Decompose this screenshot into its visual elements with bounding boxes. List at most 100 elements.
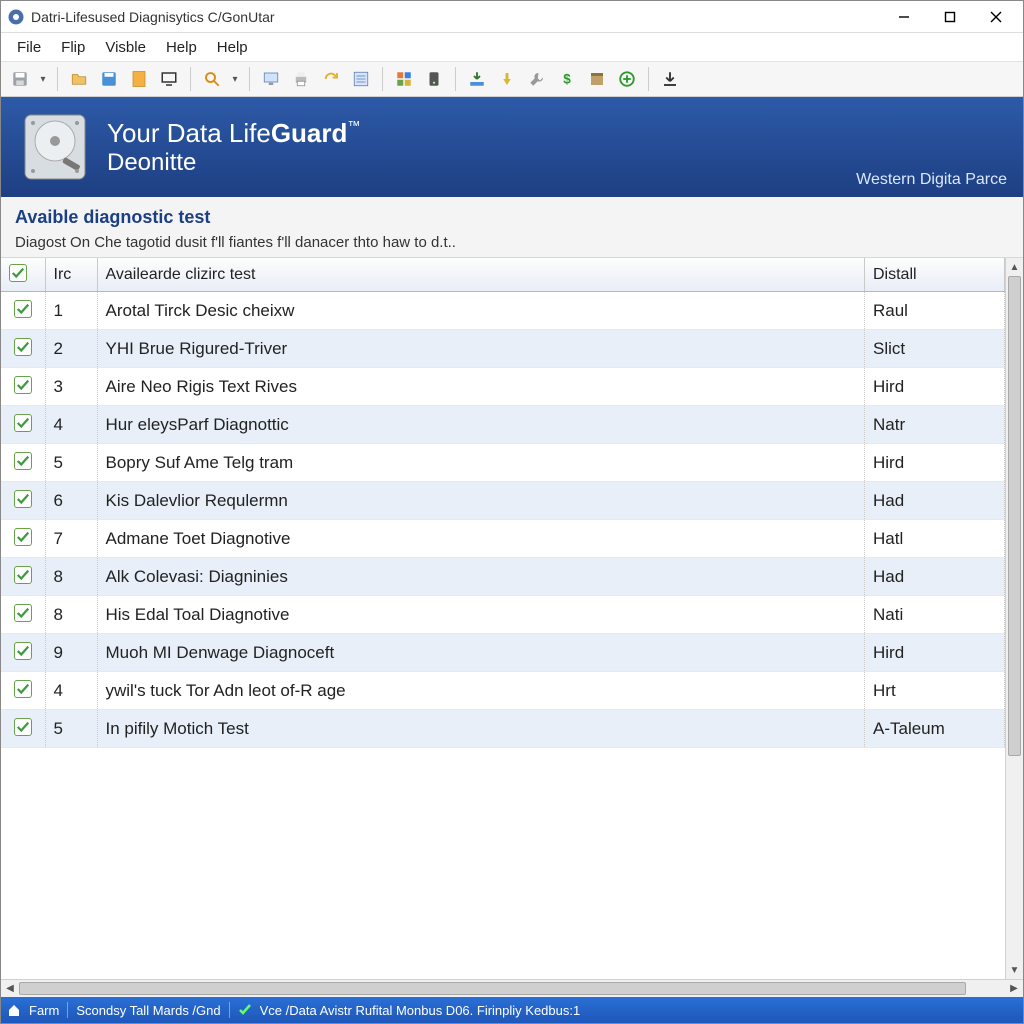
- close-button[interactable]: [973, 2, 1019, 32]
- row-index: 7: [45, 520, 97, 558]
- col-name[interactable]: Availearde clizirc test: [97, 258, 865, 292]
- check-icon[interactable]: [14, 490, 32, 508]
- row-name: Alk Colevasi: Diagninies: [97, 558, 865, 596]
- row-check[interactable]: [1, 710, 45, 748]
- row-index: 5: [45, 710, 97, 748]
- row-check[interactable]: [1, 558, 45, 596]
- row-check[interactable]: [1, 482, 45, 520]
- wrench-icon[interactable]: [524, 66, 550, 92]
- money-icon[interactable]: $: [554, 66, 580, 92]
- check-icon[interactable]: [14, 376, 32, 394]
- row-name: In pifily Motich Test: [97, 710, 865, 748]
- toolbar-dd-2[interactable]: ▾: [229, 74, 241, 85]
- table-row[interactable]: 8His Edal Toal DiagnotiveNati: [1, 596, 1005, 634]
- table-row[interactable]: 4Hur eleysParf DiagnotticNatr: [1, 406, 1005, 444]
- save-icon[interactable]: [7, 66, 33, 92]
- col-status[interactable]: Distall: [865, 258, 1005, 292]
- download-arrow-icon[interactable]: [657, 66, 683, 92]
- row-status: Hrt: [865, 672, 1005, 710]
- grid-icon[interactable]: [391, 66, 417, 92]
- add-icon[interactable]: [614, 66, 640, 92]
- upload-icon[interactable]: [494, 66, 520, 92]
- row-check[interactable]: [1, 596, 45, 634]
- table-row[interactable]: 4ywil's tuck Tor Adn leot of-R ageHrt: [1, 672, 1005, 710]
- computer-icon[interactable]: [258, 66, 284, 92]
- search-icon[interactable]: [199, 66, 225, 92]
- scroll-track-h[interactable]: [19, 980, 1005, 997]
- menu-flip[interactable]: Flip: [51, 36, 95, 59]
- download-icon[interactable]: [464, 66, 490, 92]
- check-icon[interactable]: [14, 604, 32, 622]
- brand-label: Western Digita Parce: [856, 171, 1007, 189]
- row-status: Hatl: [865, 520, 1005, 558]
- table-row[interactable]: 3Aire Neo Rigis Text RivesHird: [1, 368, 1005, 406]
- scroll-up-icon[interactable]: ▲: [1006, 258, 1023, 276]
- horizontal-scrollbar[interactable]: ◀ ▶: [1, 979, 1023, 997]
- menu-help-2[interactable]: Help: [207, 36, 258, 59]
- check-icon[interactable]: [14, 566, 32, 584]
- redo-icon[interactable]: [318, 66, 344, 92]
- check-icon[interactable]: [14, 528, 32, 546]
- new-icon[interactable]: [126, 66, 152, 92]
- toolbar-sep: [190, 67, 191, 91]
- section-desc: Diagost On Che tagotid dusit f'll fiante…: [15, 234, 1009, 251]
- print-icon[interactable]: [288, 66, 314, 92]
- row-index: 4: [45, 406, 97, 444]
- banner-text: Your Data LifeGuard™ Deonitte: [107, 118, 360, 177]
- menu-help-1[interactable]: Help: [156, 36, 207, 59]
- scroll-thumb[interactable]: [1008, 276, 1021, 756]
- menu-bar: File Flip Visble Help Help: [1, 33, 1023, 61]
- product-subtitle: Deonitte: [107, 149, 360, 177]
- toolbar-dd-1[interactable]: ▾: [37, 74, 49, 85]
- col-check[interactable]: [1, 258, 45, 292]
- monitor-icon[interactable]: [156, 66, 182, 92]
- table-row[interactable]: 5In pifily Motich TestA-Taleum: [1, 710, 1005, 748]
- table-header-row: Irc Availearde clizirc test Distall: [1, 258, 1005, 292]
- drive-icon[interactable]: [421, 66, 447, 92]
- table-row[interactable]: 5Bopry Suf Ame Telg tramHird: [1, 444, 1005, 482]
- check-icon[interactable]: [14, 414, 32, 432]
- table-row[interactable]: 8Alk Colevasi: DiagniniesHad: [1, 558, 1005, 596]
- row-check[interactable]: [1, 292, 45, 330]
- col-index[interactable]: Irc: [45, 258, 97, 292]
- check-icon[interactable]: [14, 642, 32, 660]
- status-sep: [229, 1002, 230, 1018]
- row-check[interactable]: [1, 368, 45, 406]
- menu-file[interactable]: File: [7, 36, 51, 59]
- check-icon[interactable]: [14, 452, 32, 470]
- vertical-scrollbar[interactable]: ▲ ▼: [1005, 258, 1023, 979]
- menu-visble[interactable]: Visble: [95, 36, 156, 59]
- scroll-right-icon[interactable]: ▶: [1005, 980, 1023, 997]
- list-icon[interactable]: [348, 66, 374, 92]
- row-name: YHI Brue Rigured-Triver: [97, 330, 865, 368]
- row-check[interactable]: [1, 634, 45, 672]
- row-check[interactable]: [1, 330, 45, 368]
- scroll-down-icon[interactable]: ▼: [1006, 961, 1023, 979]
- row-check[interactable]: [1, 672, 45, 710]
- check-icon[interactable]: [14, 680, 32, 698]
- row-status: Had: [865, 482, 1005, 520]
- row-check[interactable]: [1, 406, 45, 444]
- table-row[interactable]: 9Muoh MI Denwage DiagnoceftHird: [1, 634, 1005, 672]
- row-check[interactable]: [1, 444, 45, 482]
- status-sep: [67, 1002, 68, 1018]
- table-row[interactable]: 1Arotal Tirck Desic cheixwRaul: [1, 292, 1005, 330]
- row-status: Raul: [865, 292, 1005, 330]
- toolbar: ▾ ▾ $: [1, 61, 1023, 97]
- check-icon[interactable]: [14, 718, 32, 736]
- table-row[interactable]: 7Admane Toet DiagnotiveHatl: [1, 520, 1005, 558]
- table-row[interactable]: 2YHI Brue Rigured-TriverSlict: [1, 330, 1005, 368]
- check-icon[interactable]: [14, 300, 32, 318]
- header-check-icon[interactable]: [9, 264, 27, 282]
- box-icon[interactable]: [584, 66, 610, 92]
- save-alt-icon[interactable]: [96, 66, 122, 92]
- table-row[interactable]: 6Kis Dalevlior RequlermnHad: [1, 482, 1005, 520]
- row-check[interactable]: [1, 520, 45, 558]
- scroll-track[interactable]: [1006, 276, 1023, 961]
- check-icon[interactable]: [14, 338, 32, 356]
- maximize-button[interactable]: [927, 2, 973, 32]
- minimize-button[interactable]: [881, 2, 927, 32]
- scroll-thumb-h[interactable]: [19, 982, 966, 995]
- open-icon[interactable]: [66, 66, 92, 92]
- scroll-left-icon[interactable]: ◀: [1, 980, 19, 997]
